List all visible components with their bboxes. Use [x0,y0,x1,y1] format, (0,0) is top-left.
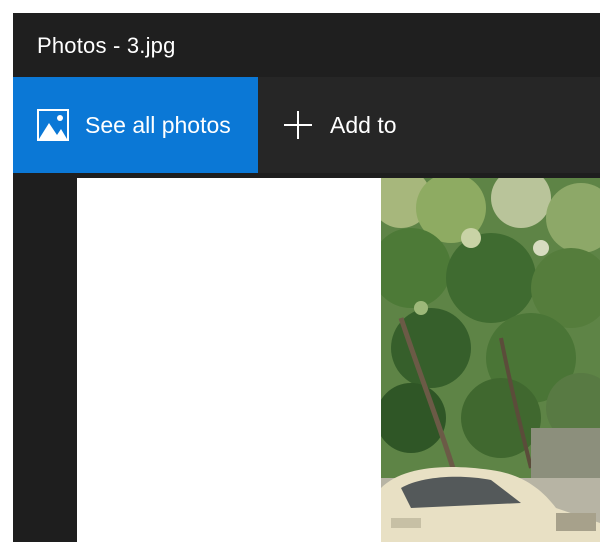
photo-image [77,178,600,542]
photo-viewer [13,173,600,542]
plus-icon [284,111,312,139]
see-all-photos-button[interactable]: See all photos [13,77,258,173]
add-to-label: Add to [330,111,397,138]
add-to-button[interactable]: Add to [258,77,428,173]
see-all-photos-label: See all photos [85,111,231,138]
photos-app-window: Photos - 3.jpg See all photos Add to [13,13,600,542]
toolbar: See all photos Add to [13,77,600,173]
window-title: Photos - 3.jpg [37,33,176,58]
photo-white-area [77,178,381,542]
title-bar: Photos - 3.jpg [13,13,600,77]
photo-trees-and-car [381,178,600,542]
photos-icon [37,109,69,141]
